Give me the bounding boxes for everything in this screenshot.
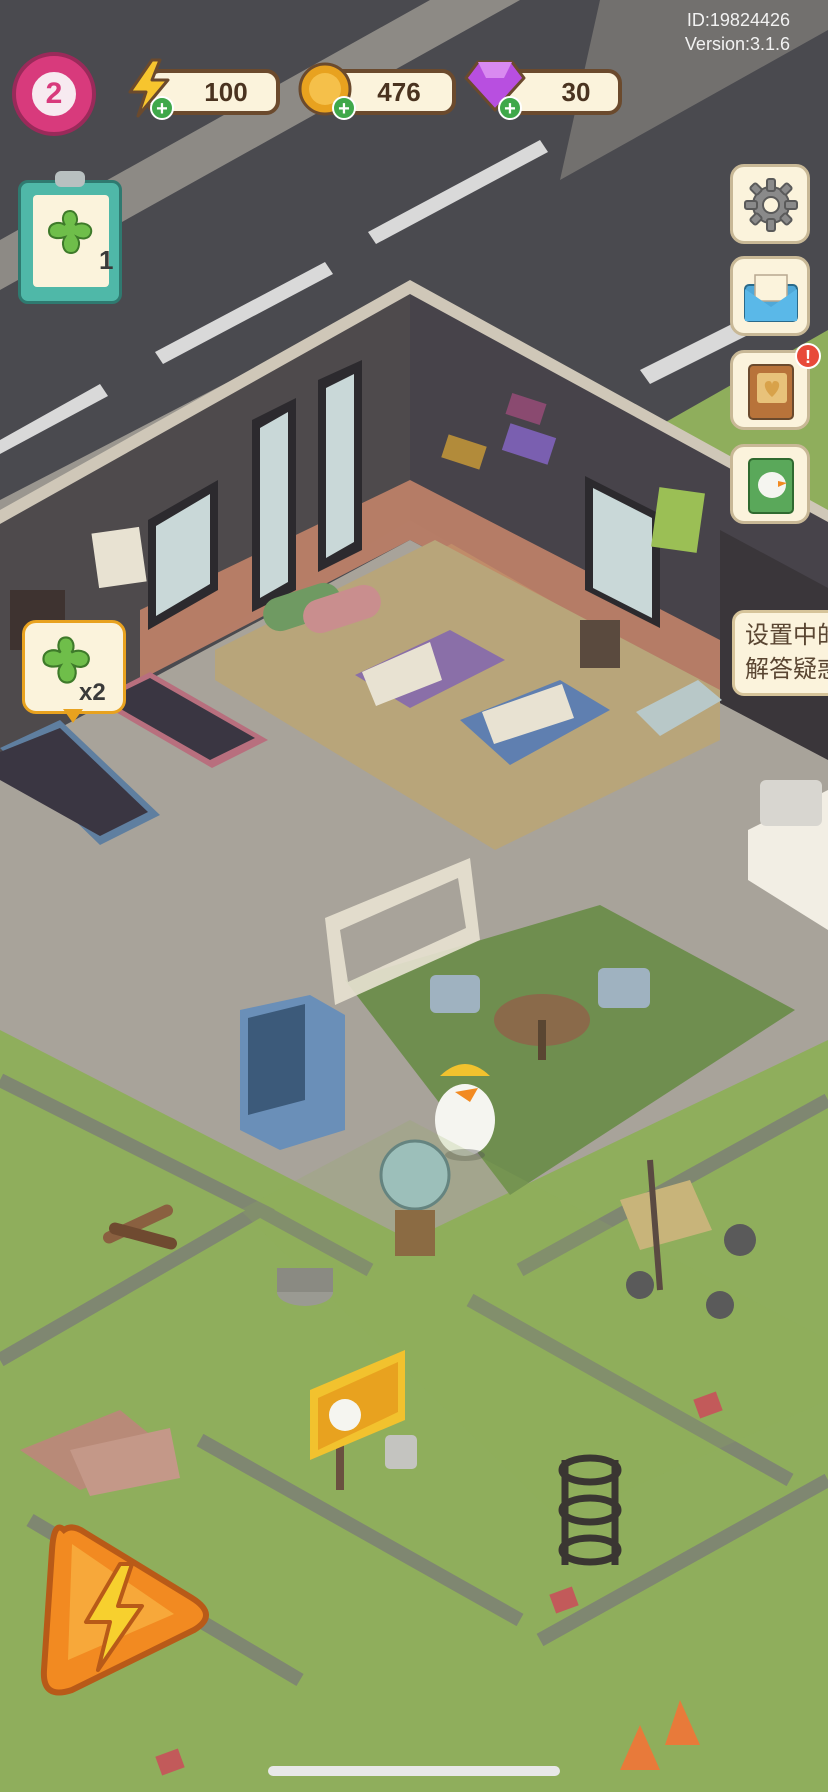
coin-value: 476 xyxy=(377,76,421,107)
level-number: 2 xyxy=(45,77,63,110)
gem-value: 30 xyxy=(561,76,591,107)
add-gems-button[interactable]: + xyxy=(498,96,522,120)
level-badge[interactable]: 2 xyxy=(12,52,96,136)
player-id: ID:19824426 xyxy=(686,10,790,30)
version-label: Version:3.1.6 xyxy=(684,34,790,54)
level-badge-inner: 2 xyxy=(28,68,80,120)
notification-badge: ! xyxy=(795,343,821,369)
add-energy-button[interactable]: + xyxy=(150,96,174,120)
lightning-triangle-icon xyxy=(40,1524,209,1696)
clover-icon xyxy=(47,209,93,255)
window xyxy=(252,398,296,612)
settings-button[interactable] xyxy=(730,164,810,244)
add-coins-button[interactable]: + xyxy=(332,96,356,120)
bubble-tail xyxy=(63,709,83,723)
clover-bonus-bubble[interactable]: x2 xyxy=(22,620,126,723)
clipboard-clip xyxy=(55,171,85,187)
top-hud: 2 100 + 476 + 30 + ID:19824426 Version:3… xyxy=(0,0,828,136)
quest-count: 1 xyxy=(99,245,114,275)
gear-icon xyxy=(744,178,798,232)
vending-machine xyxy=(240,995,345,1150)
window xyxy=(318,360,362,572)
tooltip-line2: 解答疑惑 xyxy=(745,656,828,683)
home-indicator[interactable] xyxy=(268,1766,560,1776)
handbook-button[interactable]: ! xyxy=(730,343,821,430)
mail-button[interactable] xyxy=(730,256,810,336)
energy-value: 100 xyxy=(204,76,248,107)
book-icon xyxy=(748,364,794,420)
hint-tooltip[interactable]: 设置中的 解答疑惑 xyxy=(732,610,828,696)
boost-button[interactable] xyxy=(24,1510,214,1710)
tooltip-line1: 设置中的 xyxy=(745,622,828,649)
clover-multiplier: x2 xyxy=(79,679,106,706)
album-icon xyxy=(748,458,794,514)
album-button[interactable] xyxy=(730,444,810,524)
mail-icon xyxy=(744,274,798,322)
quest-clipboard[interactable]: 1 xyxy=(18,171,122,304)
